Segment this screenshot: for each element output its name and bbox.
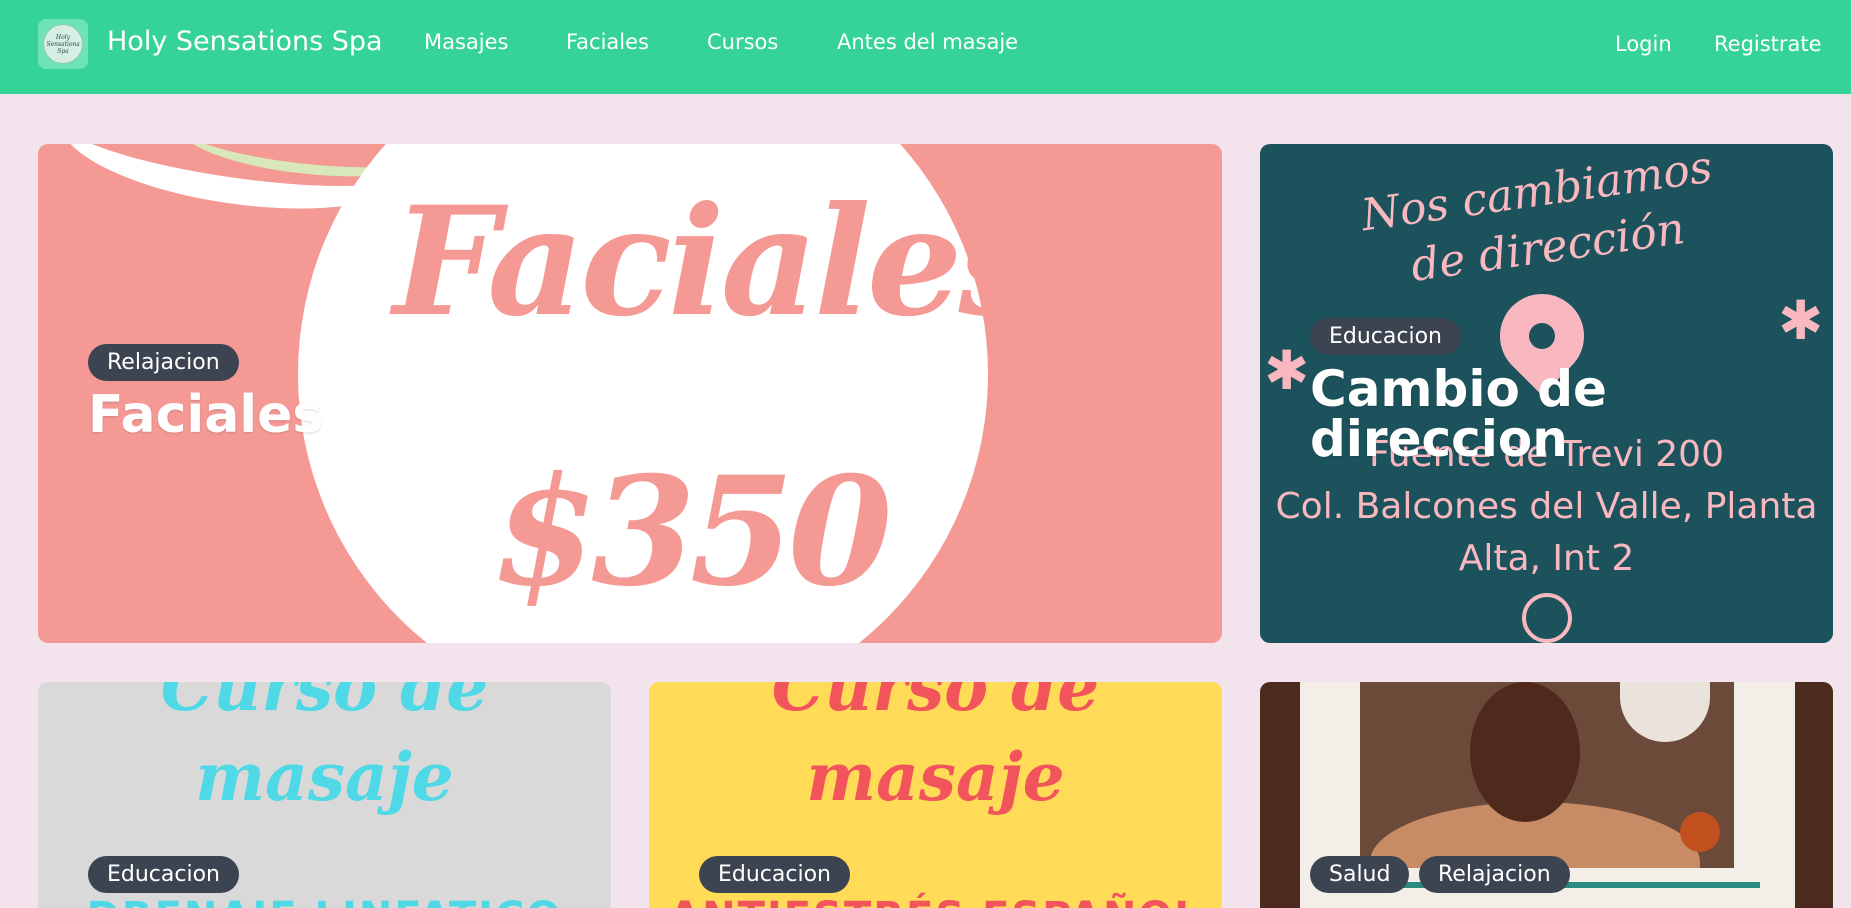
image-text-faciales: Faciales	[393, 174, 1043, 350]
image-text-address: Col. Balcones del Valle, Planta	[1275, 486, 1818, 527]
category-badge[interactable]: Educacion	[699, 856, 850, 893]
image-text-curso: Curso de	[160, 682, 489, 726]
category-badge[interactable]: Educacion	[88, 856, 239, 893]
post-card-salud[interactable]: Salud Relajacion	[1260, 682, 1833, 908]
nav-link-masajes[interactable]: Masajes	[424, 30, 509, 54]
nav-link-faciales[interactable]: Faciales	[566, 30, 649, 54]
image-text-masaje: masaje	[195, 738, 454, 816]
post-card-curso-antiestres[interactable]: Curso de masaje ANTIESTRÉS ESPAÑOL Educa…	[649, 682, 1222, 908]
card-title-line2[interactable]: direccion	[1310, 414, 1568, 464]
category-badge-relajacion[interactable]: Relajacion	[1419, 856, 1570, 893]
post-card-cambio-de-direccion[interactable]: Nos cambiamos de dirección ✱ ✱ Fuente de…	[1260, 144, 1833, 643]
category-badge[interactable]: Educacion	[1310, 318, 1461, 355]
register-link[interactable]: Registrate	[1714, 32, 1822, 56]
nav-link-cursos[interactable]: Cursos	[707, 30, 778, 54]
post-card-curso-drenaje[interactable]: Curso de masaje DRENAJE LINFATICO Educac…	[38, 682, 611, 908]
image-text-subtitle: ANTIESTRÉS ESPAÑOL	[649, 894, 1222, 908]
brand-logo[interactable]: Holy Sensations Spa	[38, 19, 88, 69]
spa-mask-photo	[1360, 682, 1734, 868]
card-title-line1[interactable]: Cambio de	[1310, 364, 1607, 414]
brand-name[interactable]: Holy Sensations Spa	[107, 26, 383, 57]
star-icon: ✱	[1264, 339, 1310, 402]
card-title[interactable]: Faciales	[88, 385, 323, 445]
star-icon: ✱	[1778, 289, 1824, 352]
image-text-address: Alta, Int 2	[1458, 538, 1635, 579]
navbar: Holy Sensations Spa Holy Sensations Spa …	[0, 0, 1851, 94]
image-text-price: $350	[493, 444, 892, 620]
image-text-subtitle: DRENAJE LINFATICO	[38, 894, 611, 908]
category-badge-salud[interactable]: Salud	[1310, 856, 1410, 893]
image-text-masaje: masaje	[806, 738, 1065, 816]
login-link[interactable]: Login	[1615, 32, 1672, 56]
nav-link-antes-del-masaje[interactable]: Antes del masaje	[837, 30, 1018, 54]
image-text-curso: Curso de	[771, 682, 1100, 726]
post-card-faciales[interactable]: Faciales $350 Relajacion Faciales	[38, 144, 1222, 643]
category-badge[interactable]: Relajacion	[88, 344, 239, 381]
logo-emblem: Holy Sensations Spa	[43, 24, 83, 64]
whatsapp-icon	[1522, 593, 1572, 643]
logo-text: Holy Sensations Spa	[46, 34, 80, 55]
